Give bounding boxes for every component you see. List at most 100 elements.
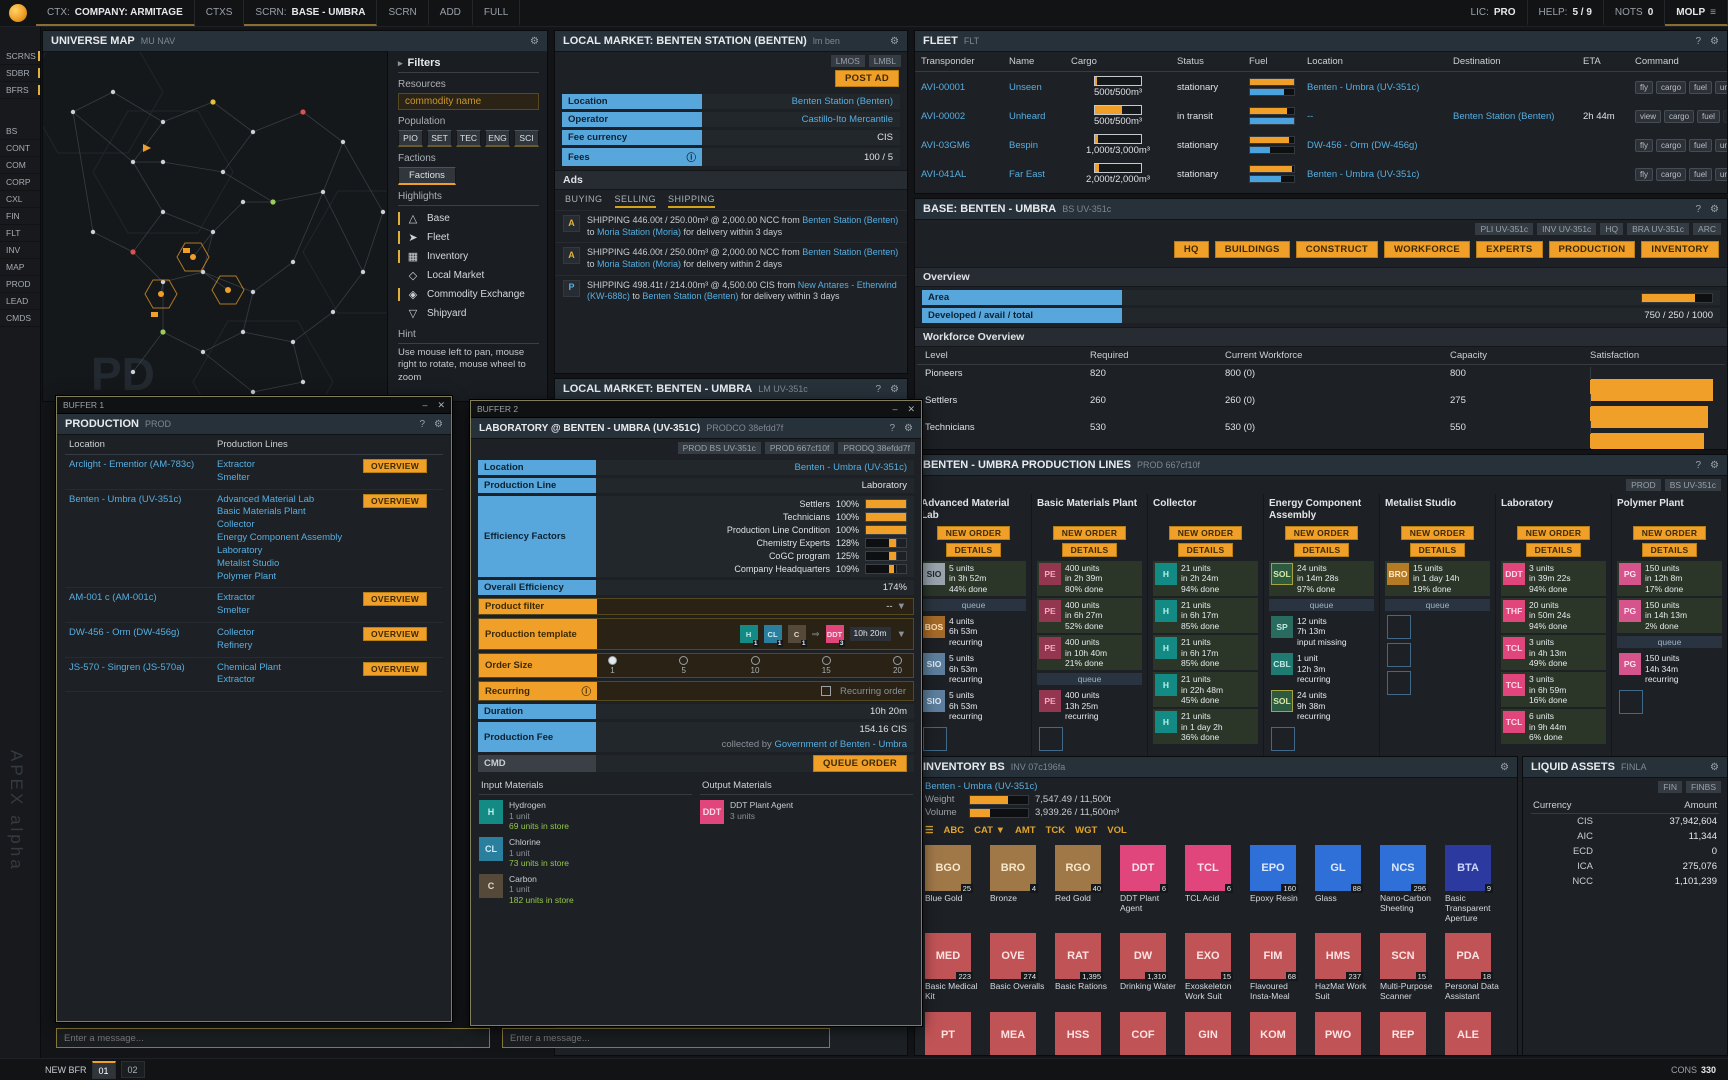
- ship-command-button[interactable]: cargo: [1656, 139, 1686, 152]
- chevron-down-icon[interactable]: ▼: [897, 601, 906, 612]
- molp-menu[interactable]: MOLP≡: [1665, 0, 1728, 26]
- inventory-item[interactable]: PWO: [1315, 1012, 1371, 1056]
- base-nav-button[interactable]: INVENTORY: [1641, 241, 1719, 258]
- inventory-item[interactable]: FIM 68 Flavoured Insta-Meal: [1250, 933, 1306, 1002]
- help-icon[interactable]: ?: [1695, 204, 1701, 215]
- population-filter-button[interactable]: SCI: [514, 130, 539, 147]
- production-order-card[interactable]: SIO 5 units in 3h 52m 44% done: [921, 561, 1026, 596]
- production-order-card[interactable]: TCL 3 units in 6h 59m 16% done: [1501, 672, 1606, 707]
- population-filter-button[interactable]: TEC: [456, 130, 481, 147]
- ship-transponder-link[interactable]: AVI-00002: [921, 111, 965, 122]
- gear-icon[interactable]: ⚙: [434, 419, 443, 430]
- ship-location-link[interactable]: DW-456 - Orm (DW-456g): [1307, 140, 1418, 151]
- ship-command-button[interactable]: fly: [1635, 139, 1653, 152]
- help-icon[interactable]: ?: [1695, 36, 1701, 47]
- help-icon[interactable]: ?: [1695, 460, 1701, 471]
- minimize-icon[interactable]: –: [422, 400, 427, 411]
- highlight-toggle[interactable]: ▦ Inventory: [398, 247, 539, 266]
- inventory-item[interactable]: KOM: [1250, 1012, 1306, 1056]
- production-order-card[interactable]: H 21 units in 6h 17m 85% done: [1153, 598, 1258, 633]
- ship-command-button[interactable]: cargo: [1656, 81, 1686, 94]
- sidebar-item[interactable]: INV: [0, 242, 40, 259]
- production-line-link[interactable]: Advanced Material Lab: [217, 494, 355, 507]
- production-line-link[interactable]: Refinery: [217, 640, 355, 653]
- production-order-card[interactable]: SIO 5 units 6h 53m recurring: [921, 688, 1026, 723]
- production-order-card[interactable]: H 21 units in 6h 17m 85% done: [1153, 635, 1258, 670]
- sidebar-item[interactable]: BFRS: [0, 82, 40, 99]
- gear-icon[interactable]: ⚙: [1710, 762, 1719, 773]
- gear-icon[interactable]: ⚙: [1710, 460, 1719, 471]
- base-nav-button[interactable]: PRODUCTION: [1549, 241, 1636, 258]
- sort-tab[interactable]: ABC: [944, 825, 965, 836]
- production-line-link[interactable]: Collector: [217, 519, 355, 532]
- production-order-card[interactable]: PE 400 units in 10h 40m 21% done: [1037, 635, 1142, 670]
- site-location-link[interactable]: AM-001 c (AM-001c): [69, 592, 157, 603]
- location-link[interactable]: Benten Station (Benten): [792, 96, 893, 107]
- inventory-item[interactable]: TCL 6 TCL Acid: [1185, 845, 1241, 923]
- ship-command-button[interactable]: cargo: [1664, 110, 1694, 123]
- overview-button[interactable]: OVERVIEW: [363, 627, 427, 641]
- ship-command-button[interactable]: unload: [1723, 110, 1728, 123]
- full-button[interactable]: FULL: [473, 0, 520, 26]
- production-order-card[interactable]: PE 400 units in 2h 39m 80% done: [1037, 561, 1142, 596]
- slider-tick[interactable]: [679, 656, 688, 665]
- highlight-toggle[interactable]: ◈ Commodity Exchange: [398, 285, 539, 304]
- ads-filter-tab[interactable]: SELLING: [615, 194, 657, 208]
- ship-command-button[interactable]: unload: [1715, 168, 1728, 181]
- production-order-card[interactable]: H 21 units in 22h 48m 45% done: [1153, 672, 1258, 707]
- inventory-item[interactable]: PDA 18 Personal Data Assistant: [1445, 933, 1501, 1002]
- buffer-title-bar[interactable]: BUFFER 1 –✕: [57, 397, 451, 414]
- info-icon[interactable]: ⓘ: [581, 684, 591, 698]
- production-order-card[interactable]: PG 150 units in 12h 8m 17% done: [1617, 561, 1722, 596]
- sort-tab[interactable]: WGT: [1075, 825, 1097, 836]
- gear-icon[interactable]: ⚙: [890, 384, 899, 395]
- origin-link[interactable]: Benten Station (Benten): [802, 215, 898, 225]
- slider-tick[interactable]: [893, 656, 902, 665]
- command-tag[interactable]: LMBL: [869, 55, 901, 67]
- ship-command-button[interactable]: view: [1635, 110, 1661, 123]
- ship-command-button[interactable]: fuel: [1689, 139, 1712, 152]
- minimize-icon[interactable]: –: [892, 404, 897, 415]
- inventory-item[interactable]: REP: [1380, 1012, 1436, 1056]
- production-line-link[interactable]: Polymer Plant: [217, 571, 355, 584]
- ship-transponder-link[interactable]: AVI-00001: [921, 82, 965, 93]
- production-line-link[interactable]: Collector: [217, 627, 355, 640]
- slider-tick[interactable]: [751, 656, 760, 665]
- close-icon[interactable]: ✕: [437, 400, 445, 411]
- production-order-card[interactable]: CBL 1 unit 12h 3m recurring: [1269, 651, 1374, 686]
- ship-command-button[interactable]: fly: [1635, 81, 1653, 94]
- command-tag[interactable]: HQ: [1600, 223, 1623, 235]
- queue-order-button[interactable]: QUEUE ORDER: [813, 755, 907, 772]
- inventory-item[interactable]: DDT 6 DDT Plant Agent: [1120, 845, 1176, 923]
- ship-command-button[interactable]: cargo: [1656, 168, 1686, 181]
- highlight-toggle[interactable]: ▽ Shipyard: [398, 304, 539, 323]
- inventory-item[interactable]: NCS 296 Nano-Carbon Sheeting: [1380, 845, 1436, 923]
- production-order-card[interactable]: TCL 3 units in 4h 13m 49% done: [1501, 635, 1606, 670]
- sidebar-item[interactable]: PROD: [0, 276, 40, 293]
- command-tag[interactable]: BRA UV-351c: [1627, 223, 1689, 235]
- details-button[interactable]: DETAILS: [1178, 543, 1234, 557]
- inventory-item[interactable]: GIN: [1185, 1012, 1241, 1056]
- input-material-row[interactable]: C Carbon 1 unit 182 units in store: [479, 874, 692, 906]
- site-location-link[interactable]: Arclight - Ementior (AM-783c): [69, 459, 194, 470]
- factions-button[interactable]: Factions: [398, 167, 456, 185]
- production-line-link[interactable]: Extractor: [217, 592, 355, 605]
- inventory-item[interactable]: HSS: [1055, 1012, 1111, 1056]
- operator-link[interactable]: Castillo-Ito Mercantile: [802, 114, 893, 125]
- new-order-button[interactable]: NEW ORDER: [1285, 526, 1359, 540]
- chevron-down-icon[interactable]: ▼: [897, 629, 906, 640]
- inventory-location-link[interactable]: Benten - Umbra (UV-351c): [925, 781, 1037, 792]
- ship-name-link[interactable]: Unheard: [1009, 111, 1045, 122]
- new-order-button[interactable]: NEW ORDER: [1633, 526, 1707, 540]
- ship-command-button[interactable]: fuel: [1697, 110, 1720, 123]
- command-tag[interactable]: ARC: [1693, 223, 1721, 235]
- context-selector[interactable]: CTX: COMPANY: ARMITAGE: [36, 0, 195, 26]
- buffer-tab[interactable]: 01: [92, 1061, 116, 1079]
- details-button[interactable]: DETAILS: [1526, 543, 1582, 557]
- new-order-button[interactable]: NEW ORDER: [1401, 526, 1475, 540]
- new-order-button[interactable]: NEW ORDER: [1053, 526, 1127, 540]
- inventory-item[interactable]: BRO 4 Bronze: [990, 845, 1046, 923]
- production-line-link[interactable]: Metalist Studio: [217, 558, 355, 571]
- details-button[interactable]: DETAILS: [1294, 543, 1350, 557]
- new-order-button[interactable]: NEW ORDER: [937, 526, 1011, 540]
